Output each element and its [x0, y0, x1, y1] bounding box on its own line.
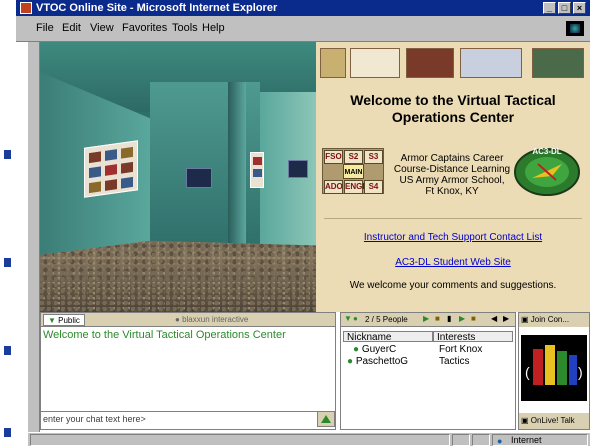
interests-cell: Tactics — [439, 356, 470, 367]
menu-favorites[interactable]: Favorites — [122, 22, 167, 34]
send-button[interactable] — [317, 411, 335, 427]
gift-icon[interactable]: ■ — [471, 314, 476, 323]
wall-poster-large[interactable] — [84, 140, 138, 198]
chat-input[interactable]: enter your chat text here> — [41, 411, 317, 427]
staff-engr: ENGR — [344, 180, 368, 194]
avatar-icon: ● — [347, 356, 354, 367]
staff-s3: S3 — [364, 150, 383, 164]
frame-border — [28, 42, 40, 440]
support-contact-link[interactable]: Instructor and Tech Support Contact List — [316, 232, 590, 243]
chat-log[interactable]: Welcome to the Virtual Tactical Operatio… — [41, 327, 335, 411]
avatar-icon: ● — [353, 344, 360, 355]
status-cell — [452, 434, 470, 446]
onlive-talk-bar[interactable]: ▣ OnLive! Talk — [519, 413, 589, 429]
tab-public[interactable]: ▼ Public — [43, 314, 85, 326]
page-title: Welcome to the Virtual Tactical Operatio… — [350, 92, 556, 125]
staff-main: MAIN — [343, 164, 364, 179]
chevron-down-icon: ▼ — [48, 316, 59, 325]
maximize-button[interactable]: □ — [558, 2, 571, 14]
column-header-interests[interactable]: Interests — [433, 331, 513, 343]
ie-throbber-icon — [566, 21, 584, 36]
menu-tools[interactable]: Tools — [172, 22, 198, 34]
nav-tile-branch-icon[interactable] — [320, 48, 346, 78]
staff-s4: S4 — [364, 180, 383, 194]
card-icon[interactable]: ■ — [435, 314, 440, 323]
edge-mark — [4, 258, 11, 267]
nav-tile-documents-icon[interactable] — [350, 48, 400, 78]
table-row[interactable]: ● PaschettoG — [347, 356, 408, 367]
svg-text:(: ( — [525, 364, 530, 380]
web-panel: Welcome to the Virtual Tactical Operatio… — [316, 42, 590, 312]
voice-chat-panel: ▣ Join Con... ( ) ▣ OnLive! Talk — [518, 312, 590, 430]
conference-icon: ▣ — [521, 315, 529, 324]
profile-icon[interactable]: ▶ — [423, 314, 429, 323]
locate-icon[interactable]: ▶ — [459, 314, 465, 323]
nav-tile-building-icon[interactable] — [406, 48, 454, 78]
staff-fso: FSO — [324, 150, 343, 164]
wall-poster-pillar[interactable] — [250, 152, 264, 188]
globe-icon: ● — [497, 436, 503, 446]
wall-screen-center[interactable] — [186, 168, 212, 188]
minimize-button[interactable]: _ — [543, 2, 556, 14]
edge-mark — [4, 346, 11, 355]
organization-text: Armor Captains Career Course-Distance Le… — [393, 153, 511, 197]
window-titlebar: VTOC Online Site - Microsoft Internet Ex… — [16, 0, 590, 16]
chat-panel: ▼ Public ● blaxxun interactive Welcome t… — [40, 312, 336, 430]
chat-tab-strip: ▼ Public ● blaxxun interactive — [41, 313, 335, 327]
onlive-logo-icon: ( ) — [525, 345, 583, 385]
ignore-icon[interactable]: ▮ — [447, 314, 451, 323]
microphone-icon: ▣ — [521, 416, 529, 425]
nickname-cell: PaschettoG — [355, 356, 409, 367]
chat-message: Welcome to the Virtual Tactical Operatio… — [43, 329, 286, 341]
edge-mark — [4, 150, 11, 159]
staff-s2: S2 — [344, 150, 363, 164]
3d-viewport[interactable] — [40, 42, 316, 312]
menu-bar: File Edit View Favorites Tools Help — [16, 16, 590, 42]
svg-text:AC3-DL: AC3-DL — [532, 147, 561, 156]
column-header-nickname[interactable]: Nickname — [343, 331, 433, 343]
status-cell — [472, 434, 490, 446]
left-edge-strip — [0, 0, 16, 446]
join-conference-bar[interactable]: ▣ Join Con... — [519, 313, 589, 327]
menu-file[interactable]: File — [36, 22, 54, 34]
nav-tile-map-icon[interactable] — [460, 48, 522, 78]
ac3-dl-emblem-icon: AC3-DL — [514, 147, 580, 196]
menu-edit[interactable]: Edit — [62, 22, 81, 34]
divider — [324, 218, 582, 219]
staff-sections-graphic[interactable]: FSO S2 S3 MAIN ADO ENGR S4 — [322, 148, 384, 194]
room-pillar — [228, 82, 246, 258]
blaxxun-logo-icon: ● — [175, 315, 183, 324]
nav-tile-tank-icon[interactable] — [532, 48, 584, 78]
nav-icon-strip — [316, 42, 590, 82]
feedback-note: We welcome your comments and suggestions… — [349, 280, 557, 291]
menu-view[interactable]: View — [90, 22, 114, 34]
brand-label: ● blaxxun interactive — [175, 315, 249, 324]
people-chevron-icon[interactable]: ▼ — [344, 314, 352, 323]
people-count: 2 / 5 People — [365, 315, 408, 324]
table-row[interactable]: ● GuyerC — [353, 344, 396, 355]
staff-ado: ADO — [324, 180, 343, 194]
interests-cell: Fort Knox — [439, 344, 483, 355]
people-toolbar: ▼ ● 2 / 5 People ▶ ■ ▮ ▶ ■ ◀ ▶ — [341, 313, 515, 327]
student-site-link[interactable]: AC3-DL Student Web Site — [316, 257, 590, 268]
close-button[interactable]: × — [573, 2, 586, 14]
svg-text:): ) — [578, 364, 583, 380]
security-zone: ● Internet — [492, 434, 588, 446]
onlive-logo-image: ( ) — [521, 335, 587, 401]
window-title: VTOC Online Site - Microsoft Internet Ex… — [36, 2, 278, 14]
scroll-right-icon[interactable]: ▶ — [503, 314, 509, 323]
status-bar: ● Internet — [28, 432, 590, 446]
scroll-left-icon[interactable]: ◀ — [491, 314, 497, 323]
status-message — [30, 434, 450, 446]
people-group-icon: ● — [353, 314, 358, 323]
nickname-cell: GuyerC — [361, 344, 397, 355]
wall-screen-right[interactable] — [288, 160, 308, 178]
send-arrow-icon — [321, 415, 331, 423]
ie-window-icon — [20, 2, 32, 14]
people-panel: ▼ ● 2 / 5 People ▶ ■ ▮ ▶ ■ ◀ ▶ Nickname … — [340, 312, 516, 430]
edge-mark — [4, 428, 11, 437]
menu-help[interactable]: Help — [202, 22, 225, 34]
